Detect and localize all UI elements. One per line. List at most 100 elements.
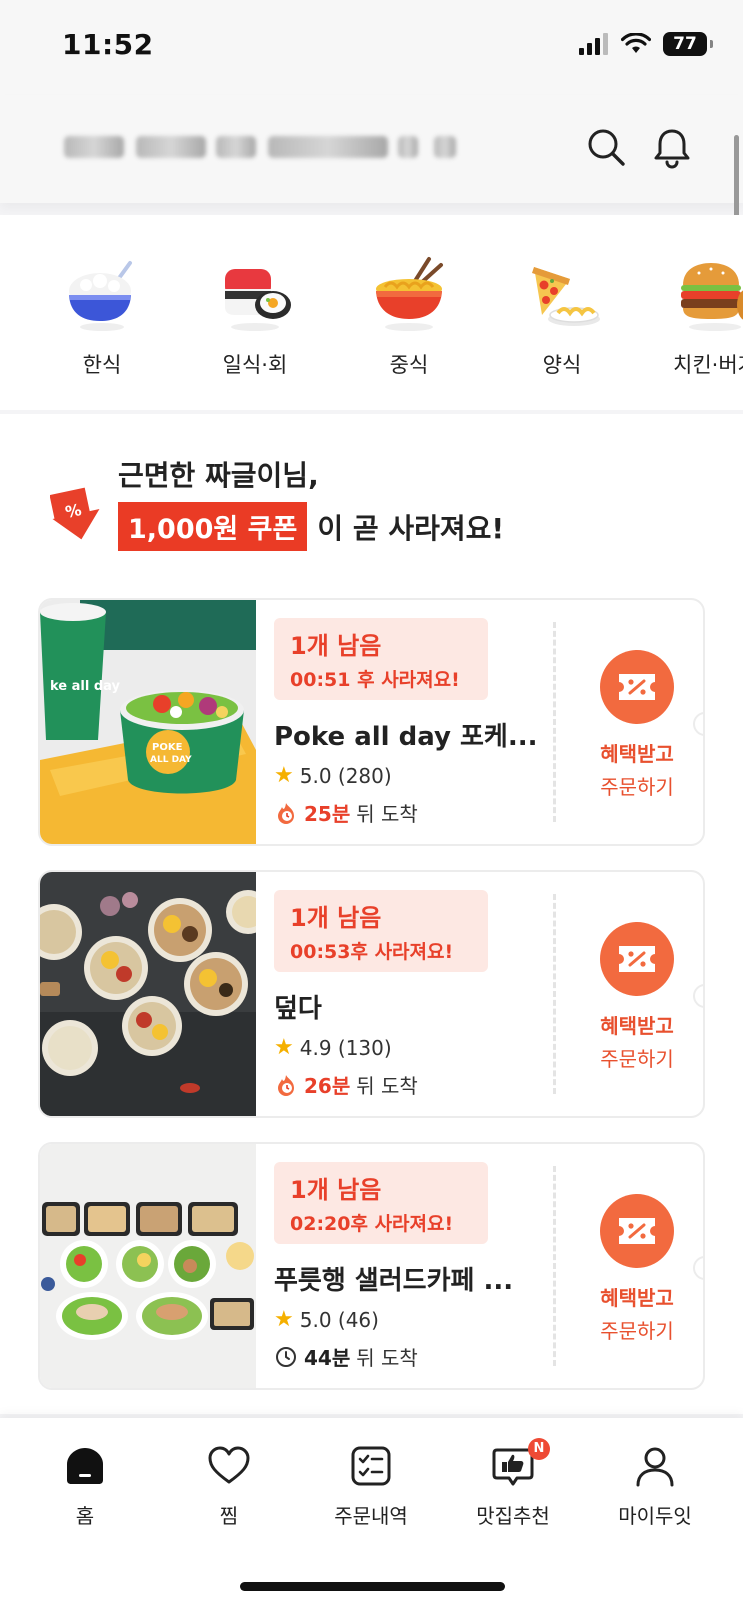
eta-minutes: 25분 xyxy=(304,802,351,826)
coupon-percent-icon xyxy=(600,922,674,996)
promo-title: 근면한 짜글이님, xyxy=(118,459,319,492)
store-name: Poke all day 포케... xyxy=(274,722,538,752)
store-image-deopda xyxy=(40,872,256,1116)
coupon-remaining: 1개 남음 xyxy=(290,904,382,932)
coupon-discount-icon: % xyxy=(50,487,100,540)
cta-line1: 혜택받고 xyxy=(600,1286,674,1310)
svg-text:POKE: POKE xyxy=(152,742,183,753)
bell-icon[interactable] xyxy=(650,125,694,169)
cta-line2: 주문하기 xyxy=(600,775,674,799)
rating-value: 4.9 (130) xyxy=(299,1035,392,1060)
category-japanese[interactable]: 일식·회 xyxy=(195,255,315,379)
category-label: 중식 xyxy=(389,353,429,377)
home-indicator[interactable] xyxy=(240,1582,505,1591)
store-name: 덮다 xyxy=(274,994,322,1024)
claim-coupon-button[interactable]: 혜택받고 주문하기 xyxy=(572,922,702,1072)
nav-favorites[interactable]: 찜 xyxy=(164,1444,294,1529)
coupon-timer: 1개 남음 00:53후 사라져요! xyxy=(274,890,488,972)
store-image-poke: ke all day POKE ALL DAY xyxy=(40,600,256,844)
status-bar: 11:52 77 xyxy=(0,0,743,95)
store-info: 1개 남음 02:20후 사라져요! 푸릇행 샐러드카페 ... ★ 5.0 (… xyxy=(274,1162,574,1371)
category-label: 한식 xyxy=(82,353,122,377)
new-badge: N xyxy=(528,1438,550,1460)
delivery-eta: 25분 뒤 도착 xyxy=(274,798,574,827)
delivery-eta: 44분 뒤 도착 xyxy=(274,1342,574,1371)
coupon-timer: 1개 남음 00:51 후 사라져요! xyxy=(274,618,488,700)
fire-clock-icon xyxy=(278,1074,294,1096)
star-icon: ★ xyxy=(274,1035,294,1060)
clock-icon xyxy=(276,1346,296,1367)
burger-chicken-icon xyxy=(681,263,743,331)
eta-suffix: 뒤 도착 xyxy=(356,1346,418,1370)
ticket-divider xyxy=(553,1166,556,1366)
rice-bowl-icon xyxy=(69,261,132,331)
coupon-section: % 근면한 짜글이님, 1,000원 쿠폰 이 곧 사라져요! ke all d… xyxy=(0,414,743,1414)
nav-label: 찜 xyxy=(219,1504,239,1528)
ticket-divider xyxy=(553,622,556,822)
category-chicken-burger[interactable]: 치킨·버거 xyxy=(655,255,743,379)
store-card[interactable]: 1개 남음 00:53후 사라져요! 덮다 ★ 4.9 (130) 26분 뒤 … xyxy=(38,870,705,1118)
coupon-expire-time: 00:51 후 사라져요! xyxy=(290,669,460,691)
eta-suffix: 뒤 도착 xyxy=(356,802,418,826)
home-icon xyxy=(67,1448,103,1484)
blurred-address[interactable] xyxy=(64,130,456,164)
heart-icon xyxy=(208,1446,250,1484)
search-icon[interactable] xyxy=(584,125,628,169)
coupon-percent-icon xyxy=(600,1194,674,1268)
nav-my-page[interactable]: 마이두잇 xyxy=(590,1444,720,1529)
store-info: 1개 남음 00:53후 사라져요! 덮다 ★ 4.9 (130) 26분 뒤 … xyxy=(274,890,574,1099)
store-image-salad xyxy=(40,1144,256,1388)
claim-coupon-button[interactable]: 혜택받고 주문하기 xyxy=(572,1194,702,1344)
store-name: 푸릇행 샐러드카페 ... xyxy=(274,1266,514,1296)
claim-coupon-button[interactable]: 혜택받고 주문하기 xyxy=(572,650,702,800)
store-card[interactable]: ke all day POKE ALL DAY 1개 남음 00:51 후 사라… xyxy=(38,598,705,846)
eta-minutes: 26분 xyxy=(304,1074,351,1098)
cta-line2: 주문하기 xyxy=(600,1319,674,1343)
category-korean[interactable]: 한식 xyxy=(42,255,162,379)
signal-icon xyxy=(579,33,608,55)
rating-value: 5.0 (46) xyxy=(299,1307,379,1332)
category-label: 치킨·버거 xyxy=(673,353,743,377)
category-label: 일식·회 xyxy=(222,353,288,377)
cta-line1: 혜택받고 xyxy=(600,742,674,766)
person-icon xyxy=(636,1447,674,1487)
store-rating: ★ 5.0 (46) xyxy=(274,1307,574,1332)
coupon-expire-time: 00:53후 사라져요! xyxy=(290,941,454,963)
nav-home[interactable]: 홈 xyxy=(20,1444,150,1529)
eta-suffix: 뒤 도착 xyxy=(356,1074,418,1098)
sushi-icon xyxy=(225,269,291,331)
nav-orders[interactable]: 주문내역 xyxy=(306,1444,436,1529)
coupon-percent-icon xyxy=(600,650,674,724)
nav-label: 홈 xyxy=(75,1504,95,1528)
app-header xyxy=(0,95,743,225)
coupon-expire-time: 02:20후 사라져요! xyxy=(290,1213,454,1235)
noodle-bowl-icon xyxy=(376,257,443,331)
wifi-icon xyxy=(621,33,651,53)
coupon-amount-badge: 1,000원 쿠폰 xyxy=(118,502,308,551)
coupon-remaining: 1개 남음 xyxy=(290,1176,382,1204)
promo-subtitle-text: 이 곧 사라져요! xyxy=(317,511,505,545)
status-time: 11:52 xyxy=(62,28,154,61)
star-icon: ★ xyxy=(274,763,294,788)
pizza-pasta-icon xyxy=(532,267,600,326)
store-card[interactable]: 1개 남음 02:20후 사라져요! 푸릇행 샐러드카페 ... ★ 5.0 (… xyxy=(38,1142,705,1390)
coupon-timer: 1개 남음 02:20후 사라져요! xyxy=(274,1162,488,1244)
scrollbar[interactable] xyxy=(734,135,739,225)
coupon-remaining: 1개 남음 xyxy=(290,632,382,660)
battery-icon: 77 xyxy=(663,32,713,56)
svg-text:ke all day: ke all day xyxy=(50,679,121,694)
nav-label: 맛집추천 xyxy=(476,1504,550,1528)
nav-recommend[interactable]: N 맛집추천 xyxy=(448,1438,578,1529)
category-label: 양식 xyxy=(542,353,582,377)
cta-line2: 주문하기 xyxy=(600,1047,674,1071)
store-info: 1개 남음 00:51 후 사라져요! Poke all day 포케... ★… xyxy=(274,618,574,827)
category-chinese[interactable]: 중식 xyxy=(349,255,469,379)
category-western[interactable]: 양식 xyxy=(502,255,622,379)
eta-minutes: 44분 xyxy=(304,1346,351,1370)
nav-label: 주문내역 xyxy=(334,1504,408,1528)
store-rating: ★ 5.0 (280) xyxy=(274,763,574,788)
ticket-divider xyxy=(553,894,556,1094)
bottom-navigation: 홈 찜 주문내역 N 맛집추천 마이두잇 xyxy=(0,1418,743,1608)
svg-text:ALL DAY: ALL DAY xyxy=(150,755,192,765)
nav-label: 마이두잇 xyxy=(618,1504,692,1528)
